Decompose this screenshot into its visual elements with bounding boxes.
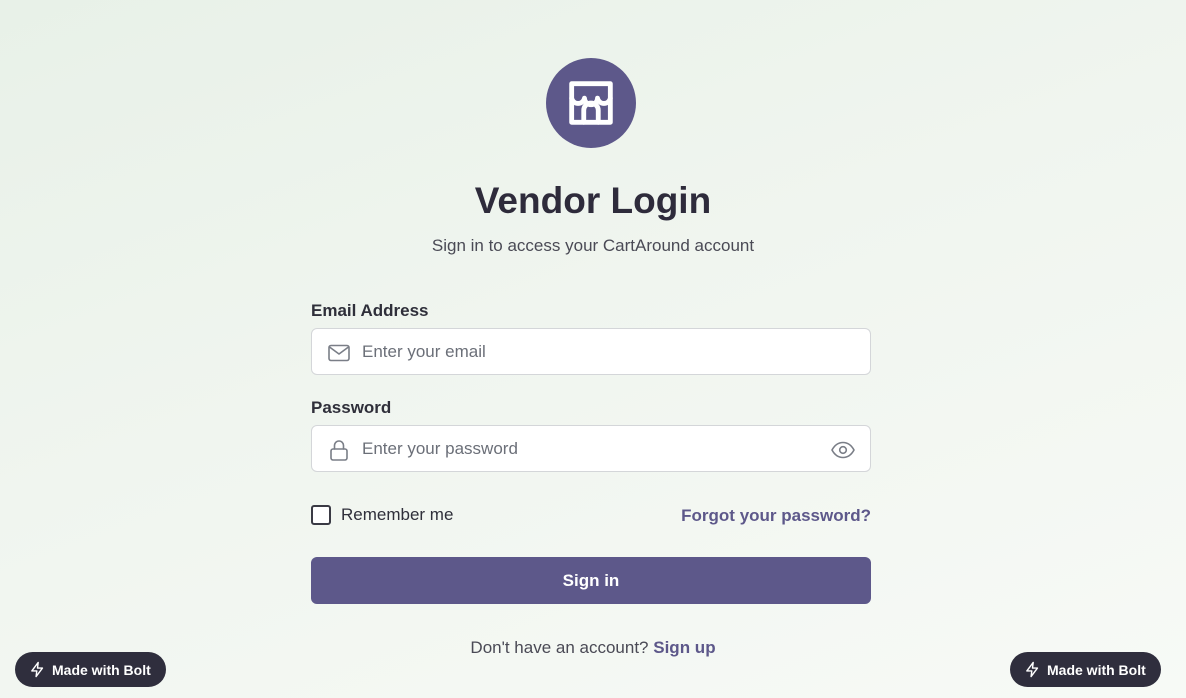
signup-prompt: Don't have an account? <box>470 638 649 657</box>
email-field <box>311 328 871 375</box>
email-label: Email Address <box>311 301 429 320</box>
made-with-bolt-badge-right[interactable]: Made with Bolt <box>1010 652 1161 687</box>
remember-label: Remember me <box>341 505 454 524</box>
lock-icon <box>330 440 348 461</box>
email-input[interactable] <box>362 329 822 374</box>
signup-row: Don't have an account? Sign up <box>0 638 1186 658</box>
eye-icon[interactable] <box>830 438 856 462</box>
badge-label: Made with Bolt <box>52 661 151 678</box>
password-field <box>311 425 871 472</box>
remember-me[interactable]: Remember me <box>311 505 453 525</box>
lightning-icon <box>1026 661 1039 678</box>
remember-checkbox[interactable] <box>311 505 331 525</box>
made-with-bolt-badge-left[interactable]: Made with Bolt <box>15 652 166 687</box>
mail-icon <box>328 344 350 362</box>
password-input[interactable] <box>362 426 822 471</box>
forgot-password-link[interactable]: Forgot your password? <box>681 506 871 526</box>
lightning-icon <box>31 661 44 678</box>
password-label: Password <box>311 398 392 417</box>
logo <box>546 58 636 148</box>
sign-in-button[interactable]: Sign in <box>311 557 871 604</box>
page-subtitle: Sign in to access your CartAround accoun… <box>431 236 755 255</box>
storefront-icon <box>569 81 613 125</box>
page-title: Vendor Login <box>474 180 712 221</box>
badge-label: Made with Bolt <box>1047 661 1146 678</box>
sign-up-link[interactable]: Sign up <box>653 638 715 657</box>
